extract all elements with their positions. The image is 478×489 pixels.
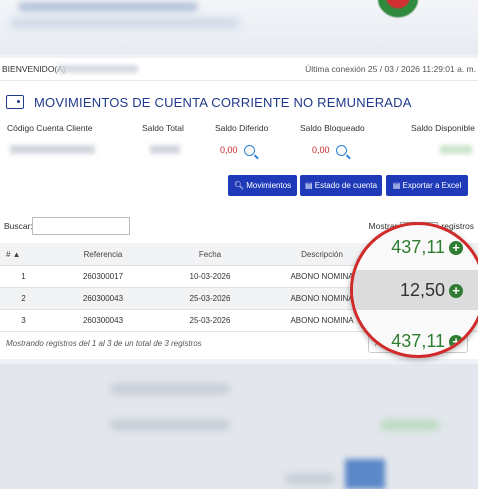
col-number-label: # xyxy=(6,249,11,259)
blurred-saldo-total xyxy=(150,145,180,154)
row-referencia: 260300017 xyxy=(47,265,159,288)
wallet-icon xyxy=(6,95,24,109)
zoom-row-highlighted: 12,50 + xyxy=(353,270,478,310)
col-referencia[interactable]: Referencia xyxy=(47,243,159,266)
welcome-bar: BIENVENIDO(A) Última conexión 25 / 03 / … xyxy=(0,58,478,81)
blurred-account-code xyxy=(10,145,95,154)
zoom-amount: 437,11 + xyxy=(391,331,463,352)
zoom-row: 437,11 + xyxy=(353,231,478,263)
col-fecha[interactable]: Fecha xyxy=(159,243,261,266)
search-icon[interactable] xyxy=(335,145,347,156)
exportar-excel-button[interactable]: ▤ Exportar a Excel xyxy=(386,175,468,196)
estado-label: Estado de cuenta xyxy=(314,181,378,190)
header-bar xyxy=(0,0,478,54)
amount-value: 437,11 xyxy=(391,237,445,257)
header-codigo: Código Cuenta Cliente xyxy=(7,123,93,133)
header-saldo-bloqueado: Saldo Bloqueado xyxy=(300,123,365,133)
saldo-diferido-value: 0,00 xyxy=(220,145,255,156)
blurred-text xyxy=(110,384,230,394)
plus-icon[interactable]: + xyxy=(449,335,463,349)
zoom-amount: 437,11 + xyxy=(391,237,463,258)
row-fecha: 25-03-2026 xyxy=(159,287,261,310)
col-number[interactable]: # ▲ xyxy=(0,243,47,266)
blurred-header-text xyxy=(10,18,240,28)
last-connection: Última conexión 25 / 03 / 2026 11:29:01 … xyxy=(305,64,476,74)
table-info: Mostrando registros del 1 al 3 de un tot… xyxy=(6,339,202,348)
movimientos-label: Movimientos xyxy=(246,181,292,190)
header-saldo-diferido: Saldo Diferido xyxy=(215,123,269,133)
estado-cuenta-button[interactable]: ▤ Estado de cuenta xyxy=(300,175,382,196)
amount-value: 12,50 xyxy=(399,280,445,300)
row-fecha: 10-03-2026 xyxy=(159,265,261,288)
search-icon[interactable] xyxy=(243,145,255,156)
blurred-header-text xyxy=(18,2,198,12)
saldo-bloqueado-value: 0,00 xyxy=(312,145,347,156)
plus-icon[interactable]: + xyxy=(449,284,463,298)
blurred-text xyxy=(110,420,230,430)
blurred-text xyxy=(380,420,440,430)
blurred-text xyxy=(285,474,335,484)
blurred-username xyxy=(58,65,138,73)
blurred-saldo-disponible xyxy=(440,145,472,154)
row-number: 2 xyxy=(0,287,47,310)
zoom-amount: 12,50 + xyxy=(400,280,463,301)
exportar-label: Exportar a Excel xyxy=(402,181,462,190)
row-fecha: 25-03-2026 xyxy=(159,309,261,332)
search-label: Buscar: xyxy=(4,221,33,231)
welcome-label: BIENVENIDO(A) xyxy=(2,64,66,74)
bank-logo xyxy=(378,0,418,18)
row-referencia: 260300043 xyxy=(47,287,159,310)
page-title-text: MOVIMIENTOS DE CUENTA CORRIENTE NO REMUN… xyxy=(34,94,412,110)
col-fecha-label: Fecha xyxy=(198,249,222,259)
zoom-highlight: 437,11 + 12,50 + 437,11 + xyxy=(350,222,478,358)
movimientos-button[interactable]: 🔍︎ Movimientos xyxy=(228,175,297,196)
zoom-row: 437,11 + xyxy=(353,325,478,355)
amount-value: 437,11 xyxy=(391,331,445,351)
col-descripcion-label: Descripción xyxy=(301,249,343,259)
col-referencia-label: Referencia xyxy=(83,249,123,259)
row-number: 1 xyxy=(0,265,47,288)
search-input[interactable] xyxy=(32,217,130,235)
plus-icon[interactable]: + xyxy=(449,241,463,255)
row-number: 3 xyxy=(0,309,47,332)
header-saldo-disponible: Saldo Disponible xyxy=(411,123,475,133)
page-title: MOVIMIENTOS DE CUENTA CORRIENTE NO REMUN… xyxy=(6,89,412,115)
saldo-diferido-amount: 0,00 xyxy=(220,145,238,155)
blurred-button xyxy=(345,459,385,489)
search-box: Buscar: xyxy=(4,217,130,235)
header-saldo-total: Saldo Total xyxy=(142,123,184,133)
row-referencia: 260300043 xyxy=(47,309,159,332)
saldo-bloqueado-amount: 0,00 xyxy=(312,145,330,155)
blurred-background xyxy=(0,364,478,489)
